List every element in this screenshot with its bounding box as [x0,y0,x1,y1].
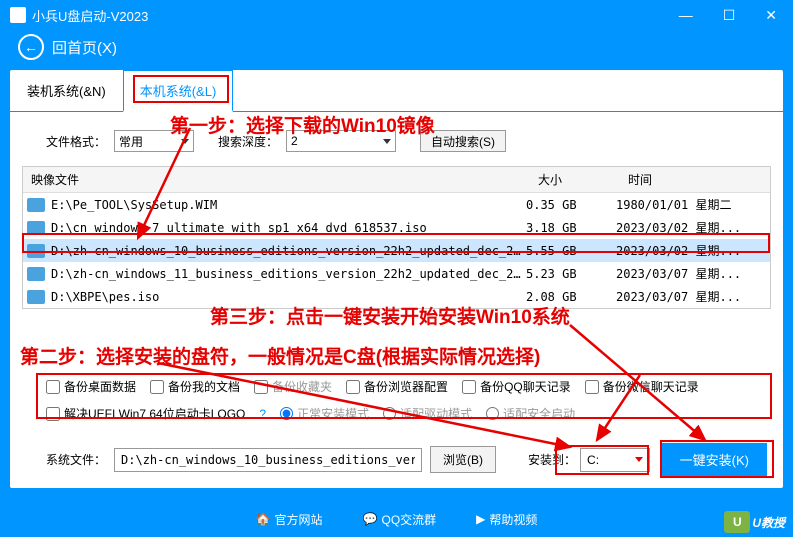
tab-local-system[interactable]: 本机系统(&L) [123,70,234,112]
chevron-down-icon [383,139,391,144]
sysfile-input[interactable] [114,448,422,472]
chk-wechat[interactable]: 备份微信聊天记录 [585,378,699,395]
drive-select[interactable]: C: [580,448,650,472]
file-icon [27,244,45,258]
table-row[interactable]: E:\Pe_TOOL\SysSetup.WIM 0.35 GB 1980/01/… [23,193,770,216]
subheader: 回首页(X) [0,30,793,64]
tab-install-system[interactable]: 装机系统(&N) [10,70,123,111]
sysfile-label: 系统文件： [46,451,106,468]
footer-help[interactable]: ▶ 帮助视频 [476,511,537,528]
logo-icon: U [724,511,750,533]
bottom-row: 系统文件： 浏览(B) 安装到： C: 一键安装(K) [46,443,767,476]
browse-button[interactable]: 浏览(B) [430,446,496,473]
col-size[interactable]: 大小 [530,167,620,192]
titlebar: 小兵U盘启动-V2023 — ☐ ✕ [0,0,793,30]
radio-opt1[interactable]: 正常安装模式 [280,405,369,422]
file-format-label: 文件格式： [46,133,106,150]
chevron-down-icon [181,139,189,144]
chk-uefi[interactable]: 解决UEFI Win7 64位启动卡LOGO [46,405,245,422]
toolbar: 文件格式： 常用 搜索深度： 2 自动搜索(S) [10,112,783,162]
chk-qq[interactable]: 备份QQ聊天记录 [462,378,571,395]
file-icon [27,198,45,212]
maximize-button[interactable]: ☐ [717,5,742,26]
chk-docs[interactable]: 备份我的文档 [150,378,240,395]
footer-site[interactable]: 🏠 官方网站 [256,511,323,528]
table-row-selected[interactable]: D:\zh-cn_windows_10_business_editions_ve… [23,239,770,262]
footer: 🏠 官方网站 💬 QQ交流群 ▶ 帮助视频 [0,501,793,537]
search-depth-select[interactable]: 2 [286,130,396,152]
watermark-logo: U U教授 [724,511,785,533]
image-file-table: 映像文件 大小 时间 E:\Pe_TOOL\SysSetup.WIM 0.35 … [22,166,771,309]
file-icon [27,221,45,235]
radio-opt2[interactable]: 适配驱动模式 [383,405,472,422]
file-icon [27,290,45,304]
help-icon[interactable]: ? [259,407,266,421]
options-area: 备份桌面数据 备份我的文档 备份收藏夹 备份浏览器配置 备份QQ聊天记录 备份微… [46,378,767,432]
install-to-label: 安装到： [528,451,576,468]
chk-browser[interactable]: 备份浏览器配置 [346,378,448,395]
footer-qq[interactable]: 💬 QQ交流群 [363,511,437,528]
file-format-select[interactable]: 常用 [114,130,194,152]
col-file[interactable]: 映像文件 [23,167,530,192]
chevron-down-icon [635,457,643,462]
annotation-step2: 第二步：选择安装的盘符，一般情况是C盘(根据实际情况选择) [20,342,540,369]
main-panel: 装机系统(&N) 本机系统(&L) 文件格式： 常用 搜索深度： 2 自动搜索(… [10,70,783,488]
table-row[interactable]: D:\zh-cn_windows_11_business_editions_ve… [23,262,770,285]
col-time[interactable]: 时间 [620,167,770,192]
window-title: 小兵U盘启动-V2023 [32,6,673,25]
minimize-button[interactable]: — [673,5,699,26]
table-row[interactable]: D:\XBPE\pes.iso 2.08 GB 2023/03/07 星期... [23,285,770,308]
close-button[interactable]: ✕ [759,5,783,26]
radio-opt3[interactable]: 适配安全启动 [486,405,575,422]
tab-bar: 装机系统(&N) 本机系统(&L) [10,70,783,112]
app-icon [10,7,26,23]
table-row[interactable]: D:\cn_windows_7_ultimate_with_sp1_x64_dv… [23,216,770,239]
chk-desktop[interactable]: 备份桌面数据 [46,378,136,395]
auto-search-button[interactable]: 自动搜索(S) [420,130,506,152]
table-header: 映像文件 大小 时间 [23,167,770,193]
search-depth-label: 搜索深度： [218,133,278,150]
chk-favs[interactable]: 备份收藏夹 [254,378,332,395]
file-icon [27,267,45,281]
back-icon[interactable] [18,34,44,60]
install-button[interactable]: 一键安装(K) [662,443,767,476]
back-label[interactable]: 回首页(X) [52,37,117,58]
